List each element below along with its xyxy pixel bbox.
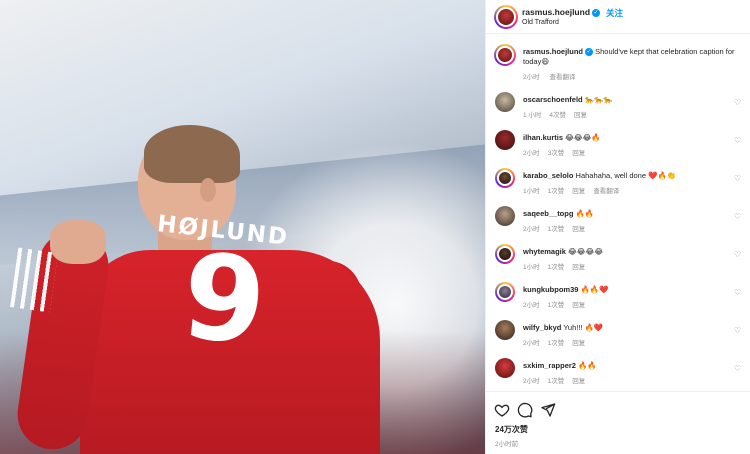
share-icon[interactable] xyxy=(540,402,556,418)
post-photo[interactable]: HØJLUND 9 xyxy=(0,0,485,454)
comment-like-heart-icon[interactable]: ♡ xyxy=(734,136,741,145)
caption-username[interactable]: rasmus.hoejlund xyxy=(523,47,583,56)
post-sidebar: rasmus.hoejlund ✓ 关注 Old Trafford rasmus.… xyxy=(485,0,750,454)
commenter-avatar[interactable] xyxy=(495,130,515,150)
follow-button[interactable]: 关注 xyxy=(606,7,623,19)
comment-username[interactable]: kungkubpom39 xyxy=(523,285,578,294)
author-username[interactable]: rasmus.hoejlund ✓ xyxy=(522,7,601,17)
comment-username[interactable]: oscarschoenfeld xyxy=(523,95,583,104)
sleeve-stripes xyxy=(10,247,58,313)
jersey-number: 9 xyxy=(176,226,273,372)
reply-button[interactable]: 回复 xyxy=(572,150,585,157)
comment-username[interactable]: wilfy_bkyd xyxy=(523,323,561,332)
comment-like-heart-icon[interactable]: ♡ xyxy=(734,98,741,107)
comment-time: 2小时 xyxy=(523,226,540,233)
comment-likes[interactable]: 1次赞 xyxy=(548,264,565,271)
comment-time: 1小时 xyxy=(523,188,540,195)
like-count[interactable]: 24万次赞 xyxy=(495,424,528,435)
comment-likes[interactable]: 1次赞 xyxy=(548,340,565,347)
reply-button[interactable]: 回复 xyxy=(572,226,585,233)
comment-like-heart-icon[interactable]: ♡ xyxy=(734,174,741,183)
translate-link[interactable]: 查看翻译 xyxy=(549,74,575,81)
heart-icon[interactable] xyxy=(494,402,510,418)
commenter-avatar[interactable] xyxy=(495,358,515,378)
comment-likes[interactable]: 1次赞 xyxy=(548,188,565,195)
comment-text: 🔥🔥❤️ xyxy=(580,285,609,294)
commenter-avatar[interactable] xyxy=(495,282,515,302)
comment-like-heart-icon[interactable]: ♡ xyxy=(734,212,741,221)
comment-likes[interactable]: 1次赞 xyxy=(548,378,565,385)
player-ear xyxy=(200,178,216,202)
comment-text: 🔥🔥 xyxy=(575,209,595,218)
comment-text: Hahahaha, well done ❤️🔥👏 xyxy=(575,171,677,180)
commenter-avatar[interactable] xyxy=(495,168,515,188)
comment-time: 1 小时 xyxy=(523,112,542,119)
comment-username[interactable]: ilhan.kurtis xyxy=(523,133,563,142)
commenter-avatar[interactable] xyxy=(495,206,515,226)
reply-button[interactable]: 回复 xyxy=(572,378,585,385)
comment-time: 2小时 xyxy=(523,340,540,347)
author-avatar[interactable] xyxy=(494,5,518,29)
comment-time: 1小时 xyxy=(523,264,540,271)
commenter-avatar[interactable] xyxy=(495,92,515,112)
post-location[interactable]: Old Trafford xyxy=(522,19,559,26)
comment-like-heart-icon[interactable]: ♡ xyxy=(734,326,741,335)
author-avatar[interactable] xyxy=(494,44,516,66)
comment-like-heart-icon[interactable]: ♡ xyxy=(734,364,741,373)
post-actions xyxy=(486,396,750,420)
comment-time: 2小时 xyxy=(523,150,540,157)
commenter-avatar[interactable] xyxy=(495,244,515,264)
comment-time: 2小时 xyxy=(523,302,540,309)
comments-list[interactable]: rasmus.hoejlund ✓ Should've kept that cel… xyxy=(486,34,750,392)
comment-time: 2小时 xyxy=(523,378,540,385)
comment-text: Yuh!!! 🔥❤️ xyxy=(563,323,604,332)
comment-username[interactable]: sxkim_rapper2 xyxy=(523,361,576,370)
reply-button[interactable]: 回复 xyxy=(572,340,585,347)
comment-icon[interactable] xyxy=(517,402,533,418)
comment-username[interactable]: whytemagik xyxy=(523,247,566,256)
comment-text: 😂😂😂🔥 xyxy=(565,133,601,142)
commenter-avatar[interactable] xyxy=(495,320,515,340)
post-header: rasmus.hoejlund ✓ 关注 Old Trafford xyxy=(486,0,750,34)
comment-likes[interactable]: 4次赞 xyxy=(549,112,566,119)
verified-badge-icon: ✓ xyxy=(585,48,594,57)
player-hair xyxy=(144,125,240,183)
reply-button[interactable]: 回复 xyxy=(574,112,587,119)
comment-likes[interactable]: 3次赞 xyxy=(548,150,565,157)
comment-like-heart-icon[interactable]: ♡ xyxy=(734,288,741,297)
comment-username[interactable]: saqeeb__topg xyxy=(523,209,573,218)
reply-button[interactable]: 回复 xyxy=(572,188,585,195)
post-time: 2小时前 xyxy=(495,441,519,448)
reply-button[interactable]: 回复 xyxy=(572,302,585,309)
comment-like-heart-icon[interactable]: ♡ xyxy=(734,250,741,259)
reply-button[interactable]: 回复 xyxy=(572,264,585,271)
verified-badge-icon: ✓ xyxy=(592,8,601,17)
comment-text: 🐆🐆🐆 xyxy=(584,95,613,104)
comment-likes[interactable]: 1次赞 xyxy=(548,302,565,309)
translate-link[interactable]: 查看翻译 xyxy=(593,188,619,195)
comment-likes[interactable]: 1次赞 xyxy=(548,226,565,233)
caption-time: 2小时 xyxy=(523,74,540,81)
player-hand xyxy=(50,220,106,264)
comment-text: 😂😂😂😂 xyxy=(568,247,604,256)
comment-username[interactable]: karabo_selolo xyxy=(523,171,573,180)
comment-text: 🔥🔥 xyxy=(578,361,597,370)
